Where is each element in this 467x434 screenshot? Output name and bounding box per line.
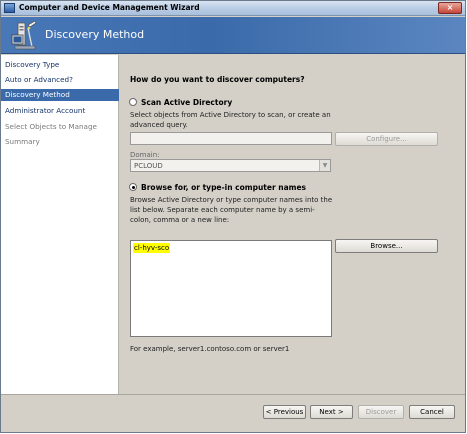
close-button[interactable]: × xyxy=(438,2,462,14)
browse-description: Browse Active Directory or type computer… xyxy=(130,196,333,224)
header-banner: Discovery Method xyxy=(1,17,465,54)
browse-label[interactable]: Browse for, or type-in computer names xyxy=(141,183,306,192)
computer-name-entry: cl-hyv-sco xyxy=(133,243,171,253)
configure-button: Configure... xyxy=(335,132,438,146)
computer-names-textarea[interactable]: cl-hyv-sco xyxy=(130,240,332,337)
cancel-button[interactable]: Cancel xyxy=(409,405,455,419)
nav-item-summary: Summary xyxy=(5,137,40,146)
next-button[interactable]: Next > xyxy=(310,405,353,419)
chevron-down-icon: ▼ xyxy=(319,160,330,171)
wizard-footer: < Previous Next > Discover Cancel xyxy=(1,394,465,432)
discovery-question: How do you want to discover computers? xyxy=(130,75,305,84)
discover-button: Discover xyxy=(358,405,404,419)
example-text: For example, server1.contoso.com or serv… xyxy=(130,345,290,353)
domain-select: PCLOUD ▼ xyxy=(130,159,331,172)
previous-button[interactable]: < Previous xyxy=(263,405,306,419)
nav-item-select-objects: Select Objects to Manage xyxy=(5,122,97,131)
title-bar[interactable]: Computer and Device Management Wizard × xyxy=(1,1,465,16)
wizard-window: Computer and Device Management Wizard × … xyxy=(0,0,466,433)
page-title: Discovery Method xyxy=(45,28,145,41)
nav-item-discovery-method[interactable]: Discovery Method xyxy=(1,89,119,101)
nav-item-discovery-type[interactable]: Discovery Type xyxy=(1,59,119,71)
browse-button[interactable]: Browse... xyxy=(335,239,438,253)
nav-item-administrator-account[interactable]: Administrator Account xyxy=(1,105,119,117)
wizard-steps-nav: Discovery Type Auto or Advanced? Discove… xyxy=(1,55,119,394)
window-title: Computer and Device Management Wizard xyxy=(19,3,200,12)
main-content: How do you want to discover computers? S… xyxy=(120,55,465,394)
domain-value: PCLOUD xyxy=(134,162,163,170)
ad-query-field xyxy=(130,132,332,145)
scan-ad-description: Select objects from Active Directory to … xyxy=(130,111,331,129)
wizard-computer-icon xyxy=(11,20,37,50)
browse-radio[interactable] xyxy=(129,183,137,191)
scan-ad-radio[interactable] xyxy=(129,98,137,106)
app-icon xyxy=(4,3,15,13)
nav-item-auto-or-advanced[interactable]: Auto or Advanced? xyxy=(1,74,119,86)
scan-ad-label[interactable]: Scan Active Directory xyxy=(141,98,232,107)
